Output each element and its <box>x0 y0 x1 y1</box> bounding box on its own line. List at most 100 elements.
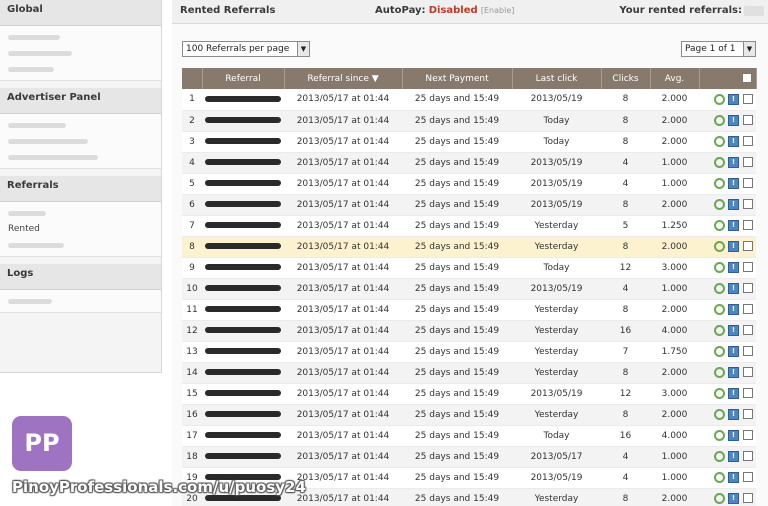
refresh-icon[interactable] <box>714 262 726 273</box>
stats-icon[interactable]: ! <box>728 304 739 315</box>
referral-id[interactable] <box>202 215 284 237</box>
table-row[interactable]: 7 2013/05/17 at 01:44 25 days and 15:49 Yes… <box>182 215 756 237</box>
row-checkbox[interactable] <box>742 283 753 294</box>
referral-id[interactable] <box>202 278 284 300</box>
stats-icon[interactable]: ! <box>728 115 739 126</box>
table-row[interactable]: 9 2013/05/17 at 01:44 25 days and 15:49 Tod… <box>182 257 756 279</box>
table-row[interactable]: 17 2013/05/17 at 01:44 25 days and 15:49 To… <box>182 425 756 447</box>
table-row[interactable]: 11 2013/05/17 at 01:44 25 days and 15:49 Ye… <box>182 299 756 321</box>
column-header-referral[interactable]: Referral <box>202 68 285 89</box>
chevron-down-icon[interactable]: ▼ <box>297 42 309 56</box>
refresh-icon[interactable] <box>714 367 726 378</box>
table-row[interactable]: 1 2013/05/17 at 01:44 25 days and 15:49 201… <box>182 89 756 111</box>
row-checkbox[interactable] <box>742 430 753 441</box>
table-row[interactable]: 8 2013/05/17 at 01:44 25 days and 15:49 Yes… <box>182 236 756 258</box>
refresh-icon[interactable] <box>714 241 726 252</box>
referral-id[interactable] <box>202 425 284 447</box>
row-checkbox[interactable] <box>742 199 753 210</box>
referral-id[interactable] <box>202 446 284 468</box>
row-checkbox[interactable] <box>742 346 753 357</box>
row-checkbox[interactable] <box>742 178 753 189</box>
table-row[interactable]: 14 2013/05/17 at 01:44 25 days and 15:49 Ye… <box>182 362 756 384</box>
referral-id[interactable] <box>202 89 284 111</box>
row-checkbox[interactable] <box>742 220 753 231</box>
stats-icon[interactable]: ! <box>728 367 739 378</box>
table-row[interactable]: 10 2013/05/17 at 01:44 25 days and 15:49 20… <box>182 278 756 300</box>
row-checkbox[interactable] <box>742 388 753 399</box>
column-header-avg[interactable]: Avg. <box>650 68 700 89</box>
stats-icon[interactable]: ! <box>728 241 739 252</box>
referral-id[interactable] <box>202 236 284 258</box>
table-row[interactable]: 16 2013/05/17 at 01:44 25 days and 15:49 Ye… <box>182 404 756 426</box>
sidebar-item-referrals-3[interactable] <box>8 237 153 253</box>
column-header-next-payment[interactable]: Next Payment <box>402 68 513 89</box>
stats-icon[interactable]: ! <box>728 472 739 483</box>
refresh-icon[interactable] <box>714 472 726 483</box>
row-checkbox[interactable] <box>742 115 753 126</box>
refresh-icon[interactable] <box>714 178 726 189</box>
select-all-checkbox[interactable] <box>741 73 752 84</box>
stats-icon[interactable]: ! <box>728 136 739 147</box>
table-row[interactable]: 18 2013/05/17 at 01:44 25 days and 15:49 20… <box>182 446 756 468</box>
chevron-down-icon[interactable]: ▼ <box>743 42 755 56</box>
column-header-last-click[interactable]: Last click <box>512 68 602 89</box>
refresh-icon[interactable] <box>714 388 726 399</box>
stats-icon[interactable]: ! <box>728 220 739 231</box>
refresh-icon[interactable] <box>714 93 726 105</box>
table-row[interactable]: 3 2013/05/17 at 01:44 25 days and 15:49 Tod… <box>182 131 756 153</box>
referral-id[interactable] <box>202 320 284 342</box>
table-row[interactable]: 13 2013/05/17 at 01:44 25 days and 15:49 Ye… <box>182 341 756 363</box>
table-row[interactable]: 5 2013/05/17 at 01:44 25 days and 15:49 201… <box>182 173 756 195</box>
stats-icon[interactable]: ! <box>728 157 739 168</box>
referral-id[interactable] <box>202 362 284 384</box>
stats-icon[interactable]: ! <box>728 262 739 273</box>
sidebar-item-advertiser-1[interactable] <box>8 117 153 133</box>
refresh-icon[interactable] <box>714 430 726 441</box>
sidebar-item-advertiser-2[interactable] <box>8 133 153 149</box>
refresh-icon[interactable] <box>714 451 726 462</box>
table-row[interactable]: 15 2013/05/17 at 01:44 25 days and 15:49 20… <box>182 383 756 405</box>
autopay-enable-link[interactable]: [Enable] <box>481 6 515 15</box>
referral-id[interactable] <box>202 131 284 153</box>
stats-icon[interactable]: ! <box>728 409 739 420</box>
sidebar-item-rented[interactable]: Rented <box>8 221 153 237</box>
row-checkbox[interactable] <box>742 241 753 252</box>
table-row[interactable]: 6 2013/05/17 at 01:44 25 days and 15:49 201… <box>182 194 756 216</box>
stats-icon[interactable]: ! <box>728 451 739 462</box>
stats-icon[interactable]: ! <box>728 493 739 504</box>
row-checkbox[interactable] <box>742 262 753 273</box>
sidebar-item-referrals-1[interactable] <box>8 205 153 221</box>
column-header-referral-since[interactable]: Referral since ▼ <box>284 68 403 89</box>
row-checkbox[interactable] <box>742 325 753 336</box>
refresh-icon[interactable] <box>714 220 726 231</box>
refresh-icon[interactable] <box>714 493 726 504</box>
sidebar-item-advertiser-3[interactable] <box>8 149 153 165</box>
stats-icon[interactable]: ! <box>728 178 739 189</box>
stats-icon[interactable]: ! <box>728 346 739 357</box>
stats-icon[interactable]: ! <box>728 430 739 441</box>
row-checkbox[interactable] <box>742 493 753 504</box>
refresh-icon[interactable] <box>714 325 726 336</box>
refresh-icon[interactable] <box>714 199 726 210</box>
row-checkbox[interactable] <box>742 472 753 483</box>
stats-icon[interactable]: ! <box>728 93 739 105</box>
refresh-icon[interactable] <box>714 157 726 168</box>
row-checkbox[interactable] <box>742 304 753 315</box>
referral-id[interactable] <box>202 299 284 321</box>
referral-id[interactable] <box>202 110 284 132</box>
referral-id[interactable] <box>202 152 284 174</box>
stats-icon[interactable]: ! <box>728 388 739 399</box>
sidebar-item-logs-1[interactable] <box>8 293 153 309</box>
referral-id[interactable] <box>202 383 284 405</box>
referral-id[interactable] <box>202 173 284 195</box>
refresh-icon[interactable] <box>714 115 726 126</box>
table-row[interactable]: 2 2013/05/17 at 01:44 25 days and 15:49 Tod… <box>182 110 756 132</box>
table-row[interactable]: 4 2013/05/17 at 01:44 25 days and 15:49 201… <box>182 152 756 174</box>
row-checkbox[interactable] <box>742 94 753 104</box>
table-row[interactable]: 12 2013/05/17 at 01:44 25 days and 15:49 Ye… <box>182 320 756 342</box>
per-page-select[interactable]: 100 Referrals per page ▼ <box>182 41 310 57</box>
referral-id[interactable] <box>202 257 284 279</box>
sidebar-item-global-1[interactable] <box>8 29 153 45</box>
sidebar-item-global-3[interactable] <box>8 61 153 77</box>
referral-id[interactable] <box>202 194 284 216</box>
